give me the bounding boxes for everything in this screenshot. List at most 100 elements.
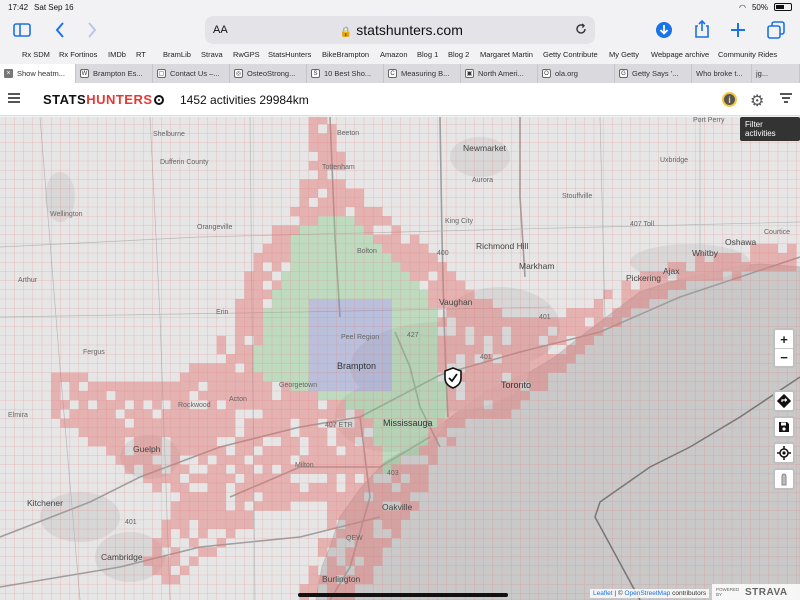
bookmark-item[interactable]: BramLib (163, 50, 191, 59)
bookmark-item[interactable]: Blog 1 (417, 50, 438, 59)
tab-label: Contact Us –... (170, 69, 220, 78)
reader-aa-button[interactable]: AA (213, 24, 228, 36)
hand-button[interactable] (773, 468, 795, 490)
bookmark-item[interactable]: Community Rides (718, 50, 777, 59)
browser-tab[interactable]: W Brampton Es... (76, 64, 153, 83)
browser-tab[interactable]: S 10 Best Sho... (307, 64, 384, 83)
download-icon[interactable] (654, 20, 674, 40)
directions-button[interactable] (773, 390, 795, 412)
back-icon[interactable] (50, 20, 70, 40)
map-area[interactable]: Beeton Shelburne Port Perry Tottenham Du… (0, 117, 800, 600)
visited-tile (354, 299, 364, 309)
shield-check-icon[interactable] (443, 367, 463, 389)
visited-tile (474, 326, 484, 336)
visited-tile (336, 317, 346, 327)
visited-tile (336, 197, 346, 207)
zoom-in-button[interactable]: + (775, 330, 793, 348)
visited-tile (235, 345, 245, 355)
visited-tile (354, 234, 364, 244)
browser-tab[interactable]: ▣ North Ameri... (461, 64, 538, 83)
new-tab-icon[interactable] (728, 20, 748, 40)
bookmark-item[interactable]: Rx Fortinos (59, 50, 97, 59)
battery-icon (774, 3, 792, 11)
reload-icon[interactable] (575, 22, 587, 38)
bookmark-item[interactable]: Blog 2 (448, 50, 469, 59)
visited-tile (511, 363, 521, 373)
visited-tile (354, 197, 364, 207)
visited-tile (244, 271, 254, 281)
menu-icon[interactable] (8, 93, 20, 103)
visited-tile (520, 391, 530, 401)
share-icon[interactable] (692, 19, 712, 39)
visited-tile (465, 345, 475, 355)
visited-tile (253, 418, 263, 428)
visited-tile (345, 427, 355, 437)
visited-tile (207, 519, 217, 529)
gear-icon[interactable]: ⚙ (750, 91, 764, 111)
visited-tile (345, 446, 355, 456)
browser-tab[interactable]: × Show heatm... (0, 64, 76, 83)
sidebar-icon[interactable] (12, 20, 32, 40)
visited-tile (216, 427, 226, 437)
locate-button[interactable] (773, 442, 795, 464)
bookmark-item[interactable]: Webpage archive (651, 50, 709, 59)
visited-tile (216, 381, 226, 391)
visited-tile (428, 400, 438, 410)
osm-link[interactable]: OpenStreetMap (624, 590, 670, 597)
visited-tile (354, 207, 364, 217)
browser-tab[interactable]: Oola.org (538, 64, 615, 83)
zoom-out-button[interactable]: − (775, 348, 793, 366)
visited-tile (354, 317, 364, 327)
visited-tile (437, 280, 447, 290)
bookmark-item[interactable]: RT (136, 50, 146, 59)
tab-label: Show heatm... (17, 69, 65, 78)
visited-tile (244, 473, 254, 483)
visited-tile (557, 326, 567, 336)
visited-tile (327, 556, 337, 566)
visited-tile (538, 363, 548, 373)
browser-tab[interactable]: jg... (752, 64, 800, 83)
filter-icon[interactable] (780, 93, 792, 103)
bookmark-item[interactable]: Rx SDM (22, 50, 50, 59)
browser-tab[interactable]: C Measuring B... (384, 64, 461, 83)
bookmark-item[interactable]: Amazon (380, 50, 408, 59)
save-icon (779, 422, 789, 432)
bookmark-item[interactable]: Margaret Martin (480, 50, 533, 59)
browser-tab[interactable]: ◎ OsteoStrong... (230, 64, 307, 83)
visited-tile (161, 418, 171, 428)
visited-tile (410, 473, 420, 483)
bookmark-item[interactable]: BikeBrampton (322, 50, 369, 59)
visited-tile (529, 363, 539, 373)
forward-icon[interactable] (82, 20, 102, 40)
browser-tab[interactable]: ▢ Contact Us –... (153, 64, 230, 83)
bookmark-item[interactable]: Strava (201, 50, 223, 59)
bookmark-item[interactable]: My Getty (609, 50, 639, 59)
visited-tile (170, 519, 180, 529)
visited-tile (483, 308, 493, 318)
visited-tile (198, 363, 208, 373)
visited-tile (152, 547, 162, 557)
tab-overview-icon[interactable] (766, 20, 786, 40)
tile-map (0, 117, 800, 600)
visited-tile (327, 510, 337, 520)
info-icon[interactable]: i (722, 92, 737, 107)
bookmark-item[interactable]: Getty Contribute (543, 50, 598, 59)
visited-tile (88, 381, 98, 391)
bookmark-item[interactable]: IMDb (108, 50, 126, 59)
leaflet-link[interactable]: Leaflet (593, 590, 613, 597)
visited-tile (216, 483, 226, 493)
visited-tile (161, 575, 171, 585)
browser-tab[interactable]: Who broke t... (692, 64, 752, 83)
visited-tile (281, 400, 291, 410)
visited-tile (373, 317, 383, 327)
visited-tile (483, 381, 493, 391)
close-icon[interactable]: × (4, 69, 13, 78)
bookmark-item[interactable]: RwGPS (233, 50, 260, 59)
save-button[interactable] (773, 416, 795, 438)
statshunters-logo[interactable]: STATSHUNTERS (43, 92, 164, 107)
bookmark-item[interactable]: StatsHunters (268, 50, 311, 59)
visited-tile (318, 446, 328, 456)
visited-tile (69, 409, 79, 419)
browser-tab[interactable]: G Getty Says '... (615, 64, 692, 83)
address-bar[interactable]: AA 🔒 statshunters.com (205, 16, 595, 44)
